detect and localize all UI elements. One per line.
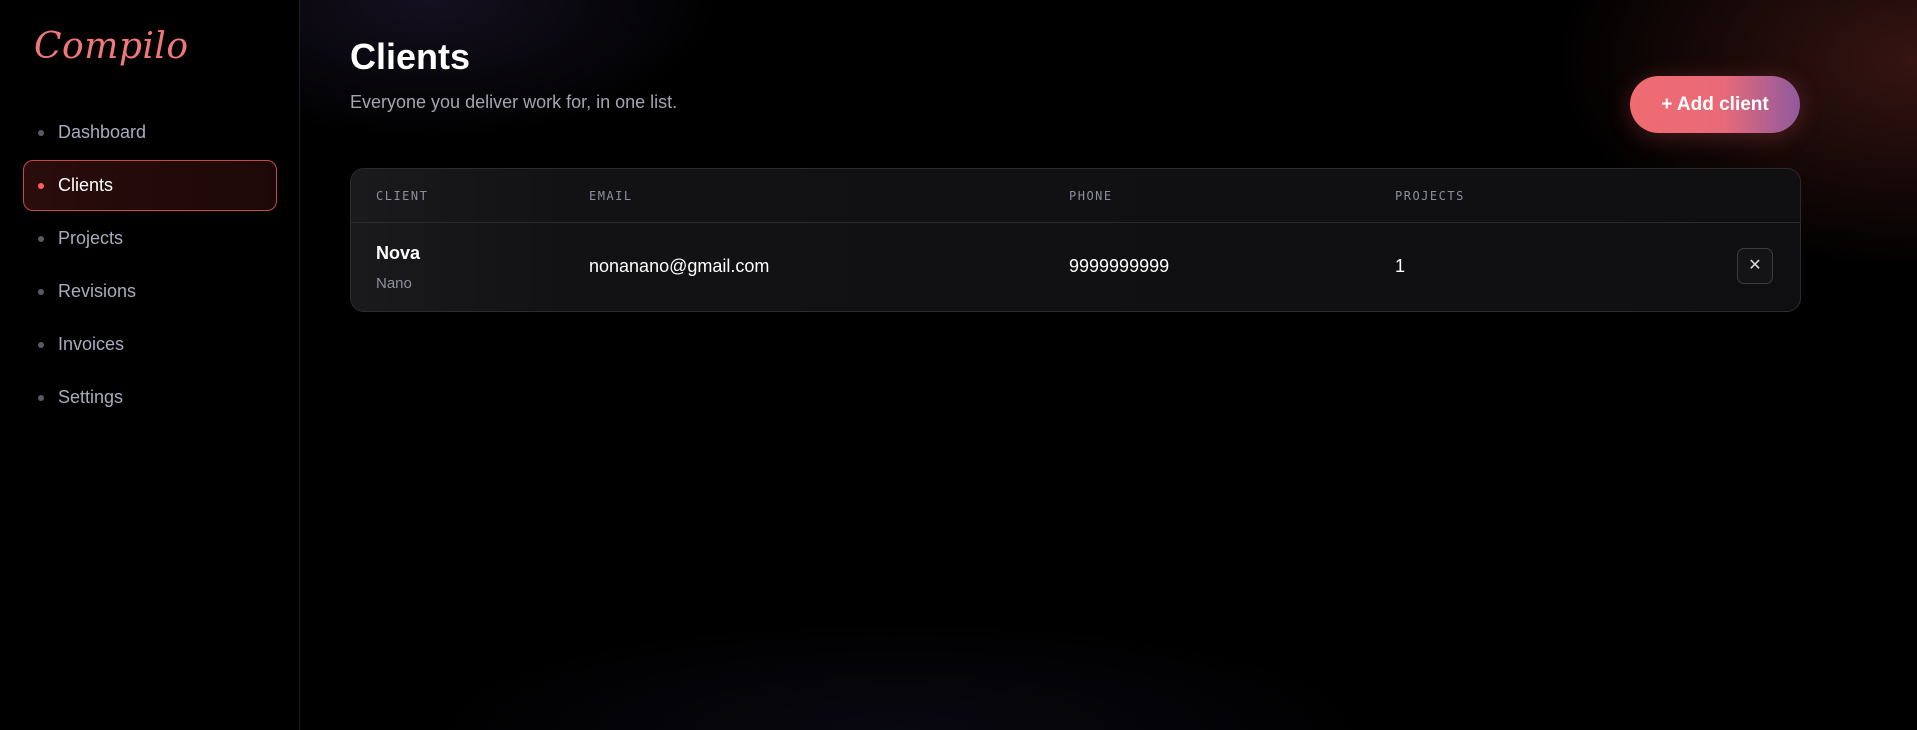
bullet-icon (38, 288, 44, 295)
add-client-button[interactable]: + Add client (1630, 76, 1800, 133)
column-header-projects: PROJECTS (1395, 189, 1465, 203)
sidebar-item-label: Invoices (58, 334, 125, 354)
app-logo[interactable]: Compilo (34, 26, 189, 67)
sidebar-item-label: Dashboard (58, 122, 147, 142)
column-header-client: CLIENT (376, 189, 429, 203)
column-header-phone: PHONE (1069, 189, 1113, 203)
sidebar-nav: Dashboard Clients Projects Revisions Inv… (23, 107, 277, 425)
sidebar-item-clients[interactable]: Clients (23, 160, 277, 211)
table-header: CLIENT EMAIL PHONE PROJECTS (351, 169, 1800, 223)
sidebar-item-invoices[interactable]: Invoices (23, 319, 277, 370)
page-subtitle: Everyone you deliver work for, in one li… (350, 92, 678, 112)
client-company: Nano (376, 275, 412, 292)
client-name: Nova (376, 243, 421, 263)
sidebar-item-label: Settings (58, 387, 124, 407)
sidebar: Compilo Dashboard Clients Projects Revis… (0, 0, 300, 730)
bullet-icon (38, 341, 44, 348)
sidebar-item-settings[interactable]: Settings (23, 372, 277, 423)
client-phone: 9999999999 (1069, 256, 1170, 276)
clients-table: CLIENT EMAIL PHONE PROJECTS Nova Nano no… (350, 168, 1801, 312)
sidebar-item-dashboard[interactable]: Dashboard (23, 107, 277, 158)
sidebar-item-label: Clients (58, 175, 114, 195)
close-icon: ✕ (1748, 257, 1762, 274)
page-title: Clients (350, 36, 471, 77)
bullet-icon (38, 129, 44, 136)
column-header-email: EMAIL (589, 189, 633, 203)
sidebar-item-label: Projects (58, 228, 124, 248)
client-projects-count: 1 (1395, 256, 1406, 276)
client-email: nonanano@gmail.com (589, 256, 770, 276)
bullet-icon (38, 394, 44, 401)
sidebar-item-label: Revisions (58, 281, 137, 301)
bullet-icon (38, 235, 44, 242)
sidebar-item-revisions[interactable]: Revisions (23, 266, 277, 317)
bullet-icon (38, 182, 44, 189)
delete-client-button[interactable]: ✕ (1737, 248, 1773, 284)
sidebar-item-projects[interactable]: Projects (23, 213, 277, 264)
table-row[interactable]: Nova Nano nonanano@gmail.com 9999999999 … (351, 223, 1800, 311)
